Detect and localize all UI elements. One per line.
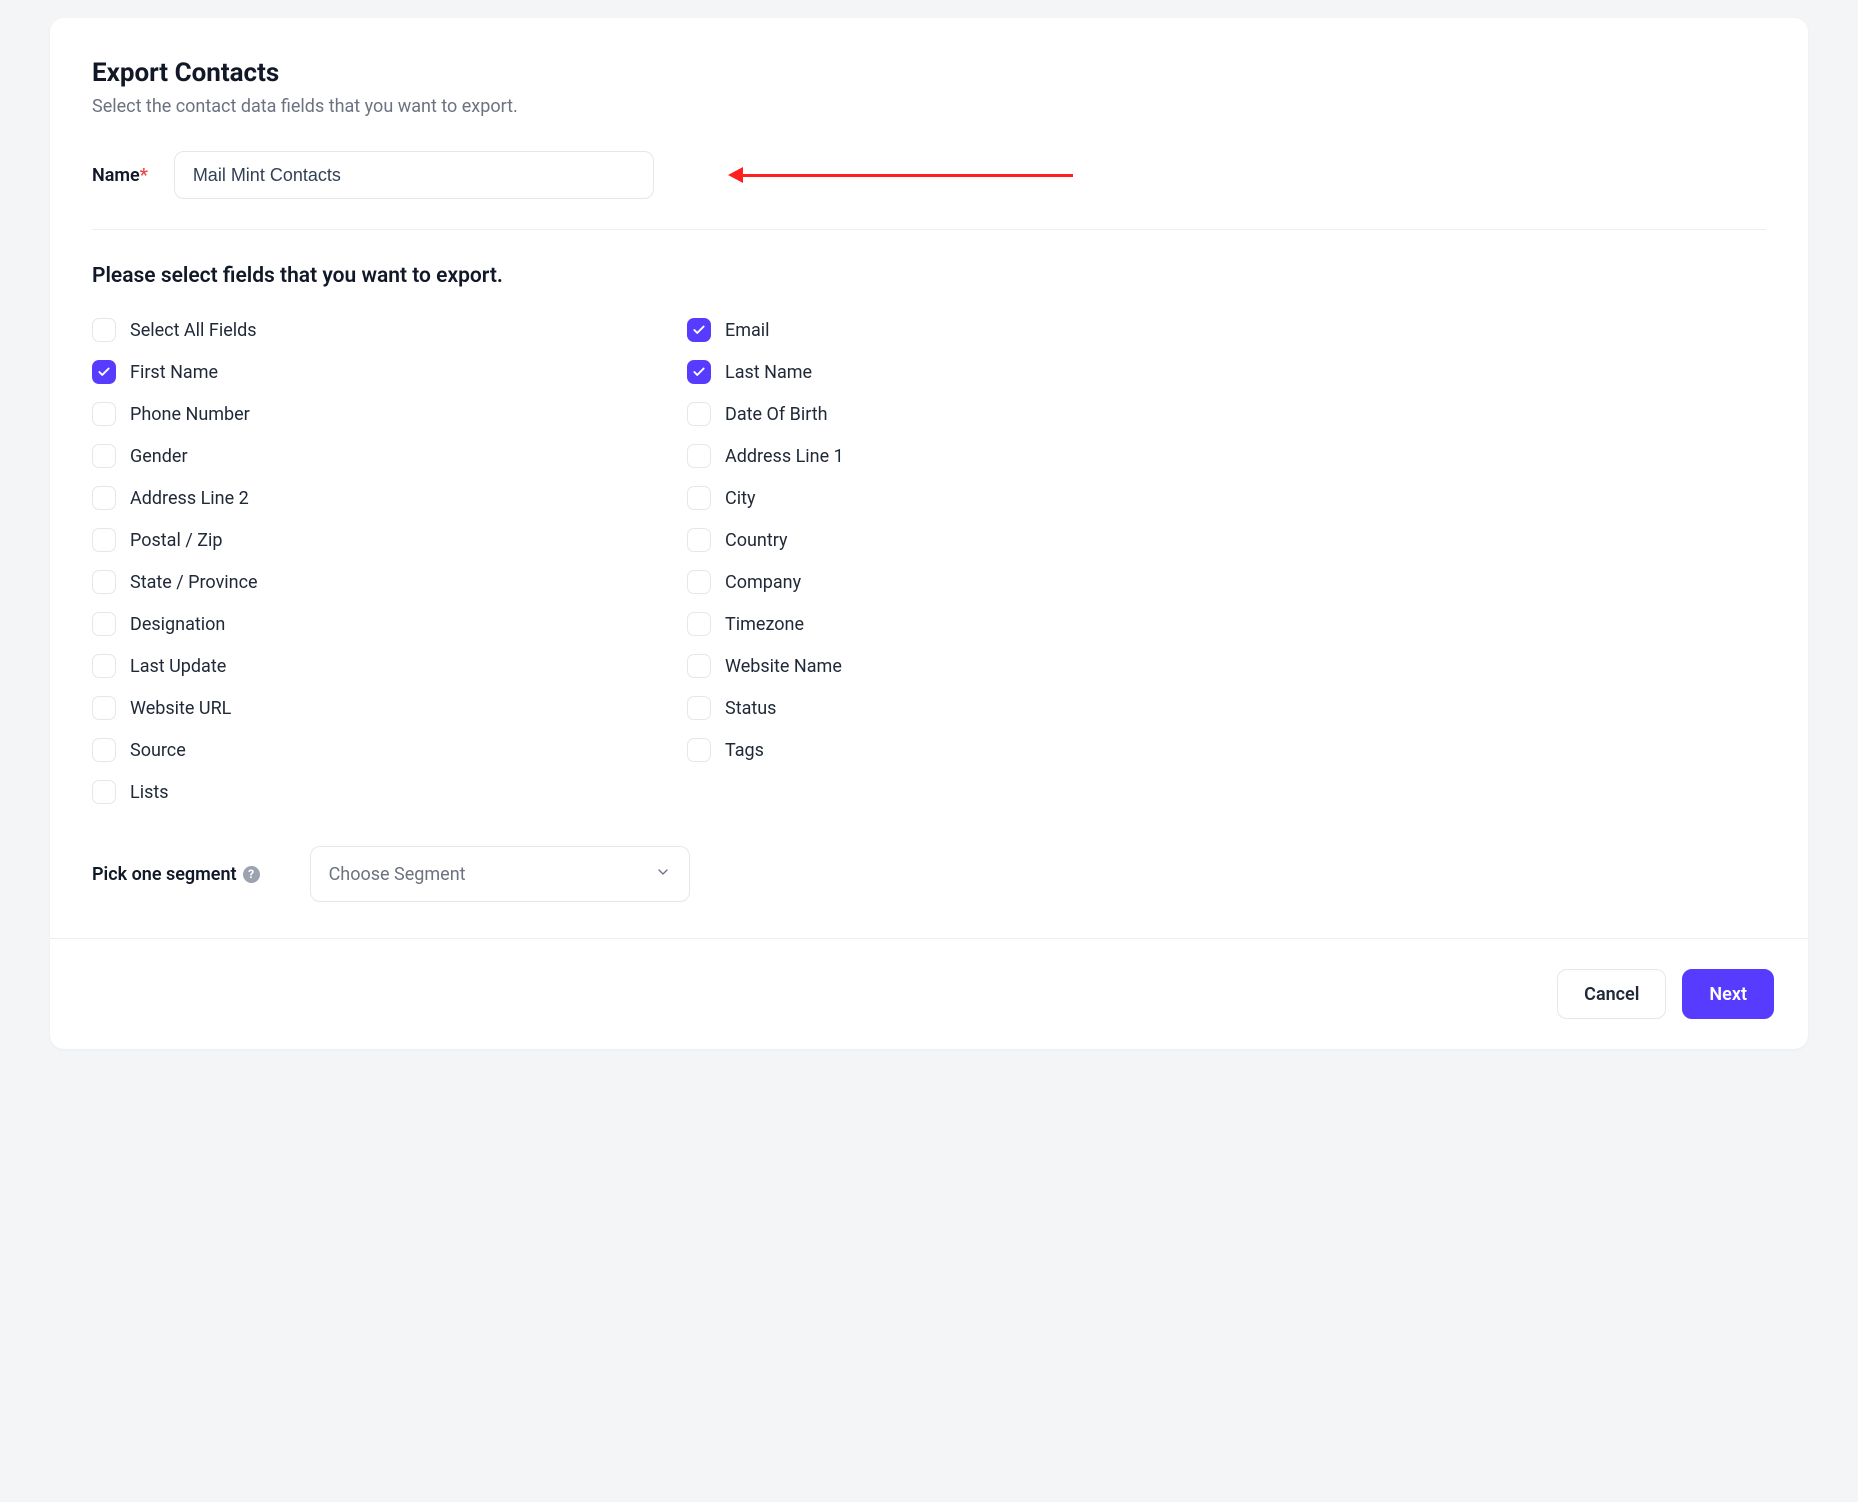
field-checkbox[interactable] bbox=[92, 318, 116, 342]
field-checkbox[interactable] bbox=[687, 612, 711, 636]
cancel-button[interactable]: Cancel bbox=[1557, 969, 1666, 1019]
arrow-head-icon bbox=[728, 167, 743, 183]
field-label: First Name bbox=[130, 362, 218, 383]
field-label: Country bbox=[725, 530, 788, 551]
field-label: Postal / Zip bbox=[130, 530, 222, 551]
field-row: Company bbox=[687, 570, 1252, 594]
field-label: Company bbox=[725, 572, 801, 593]
next-button[interactable]: Next bbox=[1682, 969, 1774, 1019]
field-row: Address Line 2 bbox=[92, 486, 657, 510]
segment-label: Pick one segment ? bbox=[92, 864, 260, 885]
field-row: Address Line 1 bbox=[687, 444, 1252, 468]
segment-label-text: Pick one segment bbox=[92, 864, 237, 885]
field-row: Lists bbox=[92, 780, 657, 804]
field-row: Designation bbox=[92, 612, 657, 636]
export-contacts-card: Export Contacts Select the contact data … bbox=[50, 18, 1808, 1049]
field-checkbox[interactable] bbox=[687, 486, 711, 510]
field-label: Source bbox=[130, 740, 186, 761]
field-checkbox[interactable] bbox=[92, 402, 116, 426]
field-checkbox[interactable] bbox=[687, 654, 711, 678]
field-checkbox[interactable] bbox=[687, 360, 711, 384]
field-label: Phone Number bbox=[130, 404, 250, 425]
field-checkbox[interactable] bbox=[687, 402, 711, 426]
field-row: State / Province bbox=[92, 570, 657, 594]
field-checkbox[interactable] bbox=[92, 738, 116, 762]
field-checkbox[interactable] bbox=[687, 444, 711, 468]
field-row: Date Of Birth bbox=[687, 402, 1252, 426]
help-icon[interactable]: ? bbox=[243, 866, 260, 883]
field-row: Postal / Zip bbox=[92, 528, 657, 552]
name-label-text: Name bbox=[92, 165, 140, 186]
field-label: Last Update bbox=[130, 656, 226, 677]
field-row: Select All Fields bbox=[92, 318, 657, 342]
card-footer: Cancel Next bbox=[50, 938, 1808, 1049]
field-label: Timezone bbox=[725, 614, 804, 635]
field-checkbox[interactable] bbox=[92, 486, 116, 510]
field-row: Website URL bbox=[92, 696, 657, 720]
field-label: Status bbox=[725, 698, 776, 719]
segment-select[interactable]: Choose Segment bbox=[310, 846, 690, 902]
field-row: Website Name bbox=[687, 654, 1252, 678]
field-checkbox[interactable] bbox=[687, 696, 711, 720]
field-row: Status bbox=[687, 696, 1252, 720]
card-body: Export Contacts Select the contact data … bbox=[50, 18, 1808, 938]
field-checkbox[interactable] bbox=[92, 780, 116, 804]
field-label: City bbox=[725, 488, 756, 509]
field-label: Website Name bbox=[725, 656, 842, 677]
name-label: Name* bbox=[92, 165, 148, 186]
field-row: Source bbox=[92, 738, 657, 762]
field-label: Last Name bbox=[725, 362, 812, 383]
field-checkbox[interactable] bbox=[92, 696, 116, 720]
field-checkbox[interactable] bbox=[687, 528, 711, 552]
field-checkbox[interactable] bbox=[92, 360, 116, 384]
field-label: Select All Fields bbox=[130, 320, 257, 341]
field-label: Address Line 2 bbox=[130, 488, 249, 509]
field-label: State / Province bbox=[130, 572, 258, 593]
field-row: Tags bbox=[687, 738, 1252, 762]
annotation-arrow bbox=[728, 167, 1073, 183]
field-label: Website URL bbox=[130, 698, 231, 719]
field-checkbox[interactable] bbox=[687, 318, 711, 342]
page-subtitle: Select the contact data fields that you … bbox=[92, 96, 1766, 117]
segment-placeholder: Choose Segment bbox=[329, 864, 466, 885]
field-label: Lists bbox=[130, 782, 169, 803]
field-checkbox[interactable] bbox=[92, 444, 116, 468]
field-label: Address Line 1 bbox=[725, 446, 844, 467]
field-row: Phone Number bbox=[92, 402, 657, 426]
name-row: Name* bbox=[92, 151, 1766, 199]
field-checkbox[interactable] bbox=[687, 738, 711, 762]
field-label: Date Of Birth bbox=[725, 404, 828, 425]
segment-row: Pick one segment ? Choose Segment bbox=[92, 846, 1766, 902]
page-title: Export Contacts bbox=[92, 58, 1766, 88]
field-checkbox[interactable] bbox=[92, 570, 116, 594]
field-row: Timezone bbox=[687, 612, 1252, 636]
field-checkbox[interactable] bbox=[92, 654, 116, 678]
name-input[interactable] bbox=[174, 151, 654, 199]
fields-grid: Select All Fields Email First Name Last Nam… bbox=[92, 318, 1252, 804]
chevron-down-icon bbox=[655, 864, 671, 884]
field-row: First Name bbox=[92, 360, 657, 384]
field-row: Email bbox=[687, 318, 1252, 342]
field-checkbox[interactable] bbox=[92, 612, 116, 636]
field-row: Gender bbox=[92, 444, 657, 468]
field-label: Email bbox=[725, 320, 770, 341]
divider bbox=[92, 229, 1766, 230]
field-row: City bbox=[687, 486, 1252, 510]
field-row: Last Name bbox=[687, 360, 1252, 384]
field-row: Last Update bbox=[92, 654, 657, 678]
field-label: Gender bbox=[130, 446, 188, 467]
field-row: Country bbox=[687, 528, 1252, 552]
required-asterisk: * bbox=[140, 165, 148, 186]
field-checkbox[interactable] bbox=[92, 528, 116, 552]
field-label: Designation bbox=[130, 614, 225, 635]
field-checkbox[interactable] bbox=[687, 570, 711, 594]
field-label: Tags bbox=[725, 740, 764, 761]
arrow-line-icon bbox=[743, 174, 1073, 177]
fields-heading: Please select fields that you want to ex… bbox=[92, 264, 1766, 288]
